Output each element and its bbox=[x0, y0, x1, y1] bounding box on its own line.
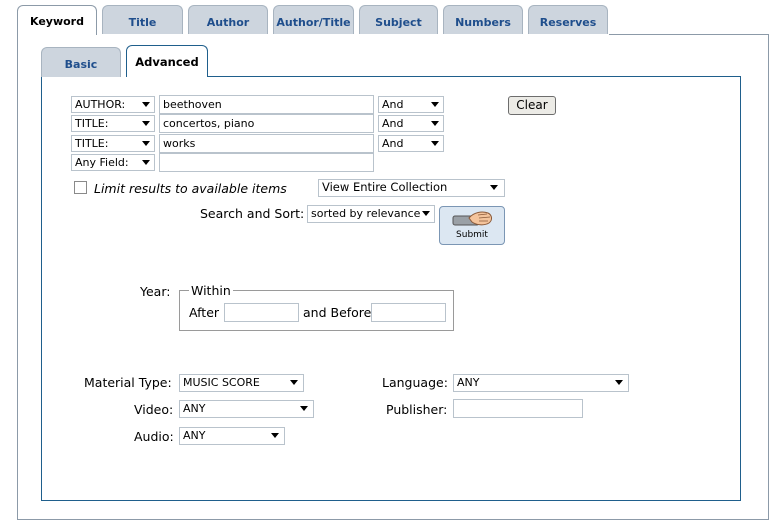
tab-title[interactable]: Title bbox=[102, 5, 183, 34]
chevron-down-icon bbox=[490, 185, 498, 190]
field-select-value: TITLE: bbox=[75, 137, 109, 150]
tab-author[interactable]: Author bbox=[188, 5, 268, 34]
before-year-input[interactable] bbox=[371, 303, 446, 322]
chevron-down-icon bbox=[142, 160, 150, 165]
submit-label: Submit bbox=[456, 230, 488, 240]
tab-subject[interactable]: Subject bbox=[359, 5, 438, 34]
operator-select-value: And bbox=[382, 117, 404, 130]
subtab-basic[interactable]: Basic bbox=[41, 47, 121, 77]
audio-value: ANY bbox=[183, 429, 206, 442]
search-term-input-3[interactable]: works bbox=[159, 134, 374, 153]
publisher-label: Publisher: bbox=[386, 402, 448, 417]
chevron-down-icon bbox=[271, 433, 279, 438]
collection-select[interactable]: View Entire Collection bbox=[318, 179, 505, 197]
after-year-input[interactable] bbox=[224, 303, 299, 322]
chevron-down-icon bbox=[431, 141, 439, 146]
operator-select-2[interactable]: And bbox=[378, 115, 444, 132]
language-label: Language: bbox=[382, 375, 448, 390]
collection-select-value: View Entire Collection bbox=[322, 180, 448, 194]
chevron-down-icon bbox=[431, 102, 439, 107]
field-select-1[interactable]: AUTHOR: bbox=[71, 96, 155, 113]
language-value: ANY bbox=[457, 376, 480, 389]
sort-select[interactable]: sorted by relevance bbox=[307, 205, 435, 223]
tab-author-title[interactable]: Author/Title bbox=[273, 5, 354, 34]
operator-select-value: And bbox=[382, 98, 404, 111]
field-select-3[interactable]: TITLE: bbox=[71, 135, 155, 152]
subtab-advanced[interactable]: Advanced bbox=[126, 45, 208, 77]
field-select-value: AUTHOR: bbox=[75, 98, 126, 111]
within-legend: Within bbox=[189, 283, 233, 298]
sort-label: Search and Sort: bbox=[200, 206, 305, 221]
submit-button[interactable]: Submit bbox=[439, 206, 505, 245]
field-select-4[interactable]: Any Field: bbox=[71, 154, 155, 171]
limit-label: Limit results to available items bbox=[94, 181, 287, 196]
material-type-select[interactable]: MUSIC SCORE bbox=[179, 374, 304, 392]
panel-top-border bbox=[609, 34, 769, 35]
video-label: Video: bbox=[134, 402, 174, 417]
tab-reserves[interactable]: Reserves bbox=[528, 5, 608, 34]
limit-checkbox[interactable] bbox=[74, 181, 87, 194]
tab-keyword[interactable]: Keyword bbox=[17, 5, 97, 35]
year-label: Year: bbox=[140, 284, 171, 299]
audio-select[interactable]: ANY bbox=[179, 427, 285, 445]
field-select-value: Any Field: bbox=[75, 156, 129, 169]
sort-select-value: sorted by relevance bbox=[311, 207, 421, 220]
subpanel-top-border bbox=[208, 76, 741, 77]
chevron-down-icon bbox=[422, 211, 430, 216]
search-term-input-4[interactable] bbox=[159, 153, 374, 172]
field-select-2[interactable]: TITLE: bbox=[71, 115, 155, 132]
corner-mark bbox=[735, 494, 741, 501]
operator-select-value: And bbox=[382, 137, 404, 150]
audio-label: Audio: bbox=[134, 429, 174, 444]
material-type-value: MUSIC SCORE bbox=[183, 376, 260, 389]
chevron-down-icon bbox=[142, 121, 150, 126]
chevron-down-icon bbox=[142, 102, 150, 107]
clear-button[interactable]: Clear bbox=[508, 96, 556, 115]
chevron-down-icon bbox=[431, 121, 439, 126]
chevron-down-icon bbox=[300, 406, 308, 411]
chevron-down-icon bbox=[615, 380, 623, 385]
operator-select-3[interactable]: And bbox=[378, 135, 444, 152]
after-label: After bbox=[189, 305, 220, 320]
operator-select-1[interactable]: And bbox=[378, 96, 444, 113]
search-term-input-1[interactable]: beethoven bbox=[159, 95, 374, 114]
chevron-down-icon bbox=[290, 380, 298, 385]
hand-pointer-icon bbox=[452, 211, 492, 226]
publisher-input[interactable] bbox=[453, 399, 583, 418]
search-term-input-2[interactable]: concertos, piano bbox=[159, 114, 374, 133]
field-select-value: TITLE: bbox=[75, 117, 109, 130]
video-value: ANY bbox=[183, 402, 206, 415]
language-select[interactable]: ANY bbox=[453, 374, 629, 392]
chevron-down-icon bbox=[142, 141, 150, 146]
tab-numbers[interactable]: Numbers bbox=[443, 5, 523, 34]
material-type-label: Material Type: bbox=[84, 375, 172, 390]
video-select[interactable]: ANY bbox=[179, 400, 314, 418]
before-label: and Before bbox=[303, 305, 372, 320]
